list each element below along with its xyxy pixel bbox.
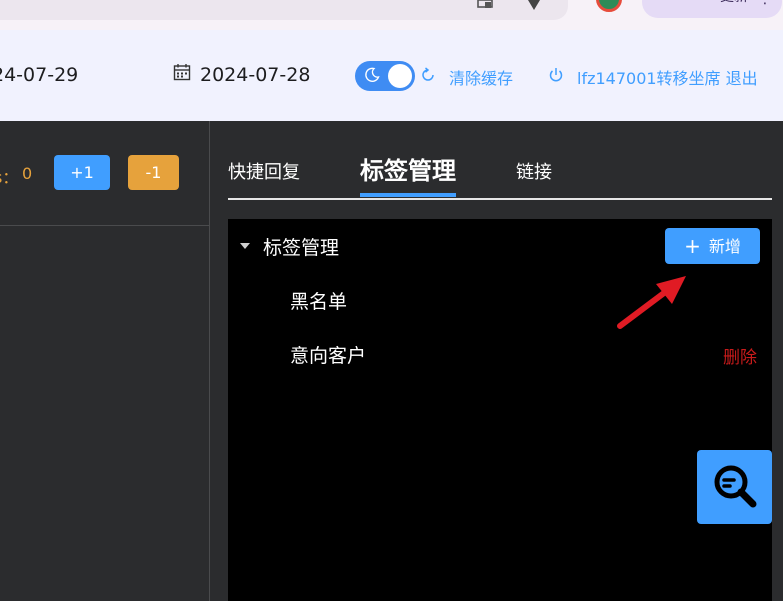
end-date[interactable]: 2024-07-28	[200, 64, 310, 86]
dark-mode-toggle[interactable]	[355, 61, 415, 91]
red-arrow-annotation	[617, 276, 686, 329]
refresh-icon[interactable]	[420, 67, 436, 83]
increment-button[interactable]: +1	[54, 155, 110, 190]
calendar-icon[interactable]	[173, 63, 191, 81]
power-icon[interactable]	[548, 67, 564, 83]
app-header: 24-07-29 2024-07-28 清除缓存 lfz147001转移坐席 退…	[0, 30, 783, 121]
bookmark-star-icon[interactable]	[524, 0, 544, 10]
moon-icon	[365, 67, 380, 82]
tree-item-intent-customer[interactable]: 意向客户	[290, 341, 366, 368]
counter-label: s：	[0, 168, 19, 187]
decrement-button[interactable]: -1	[128, 155, 179, 190]
browser-toolbar: 更新 ⋮	[0, 0, 783, 30]
user-transfer-logout[interactable]: lfz147001转移坐席 退出	[577, 65, 758, 89]
update-label: 更新	[720, 0, 748, 5]
tree-root-label[interactable]: 标签管理	[263, 233, 339, 260]
update-button[interactable]: 更新 ⋮	[642, 0, 782, 18]
tree-item-blacklist[interactable]: 黑名单	[290, 287, 347, 314]
toggle-knob	[388, 64, 412, 88]
zoom-search-icon	[714, 465, 757, 508]
vertical-dots-icon[interactable]: ⋮	[758, 0, 772, 10]
tab-tag-management[interactable]: 标签管理	[360, 151, 456, 186]
divider	[0, 225, 209, 226]
caret-down-icon[interactable]	[240, 243, 250, 249]
clear-cache-link[interactable]: 清除缓存	[449, 65, 513, 89]
right-panel: 快捷回复 标签管理 链接 标签管理 + 新增 黑名单 意向客户 删除	[210, 121, 783, 601]
plus-icon: +	[684, 234, 701, 258]
tab-bar: 快捷回复 标签管理 链接	[228, 121, 772, 200]
cast-icon[interactable]	[476, 0, 496, 10]
active-tab-indicator	[360, 193, 456, 197]
tab-links[interactable]: 链接	[516, 158, 552, 184]
delete-tag-button[interactable]: 删除	[723, 343, 757, 368]
add-tag-label: 新增	[708, 237, 741, 256]
left-panel: s： 0 +1 -1	[0, 121, 210, 601]
profile-avatar[interactable]	[596, 0, 622, 12]
tab-quick-reply[interactable]: 快捷回复	[228, 158, 300, 184]
counter-value: 0	[22, 164, 33, 183]
search-fab-button[interactable]	[697, 450, 772, 524]
add-tag-button[interactable]: + 新增	[665, 228, 760, 264]
start-date[interactable]: 24-07-29	[0, 64, 78, 86]
